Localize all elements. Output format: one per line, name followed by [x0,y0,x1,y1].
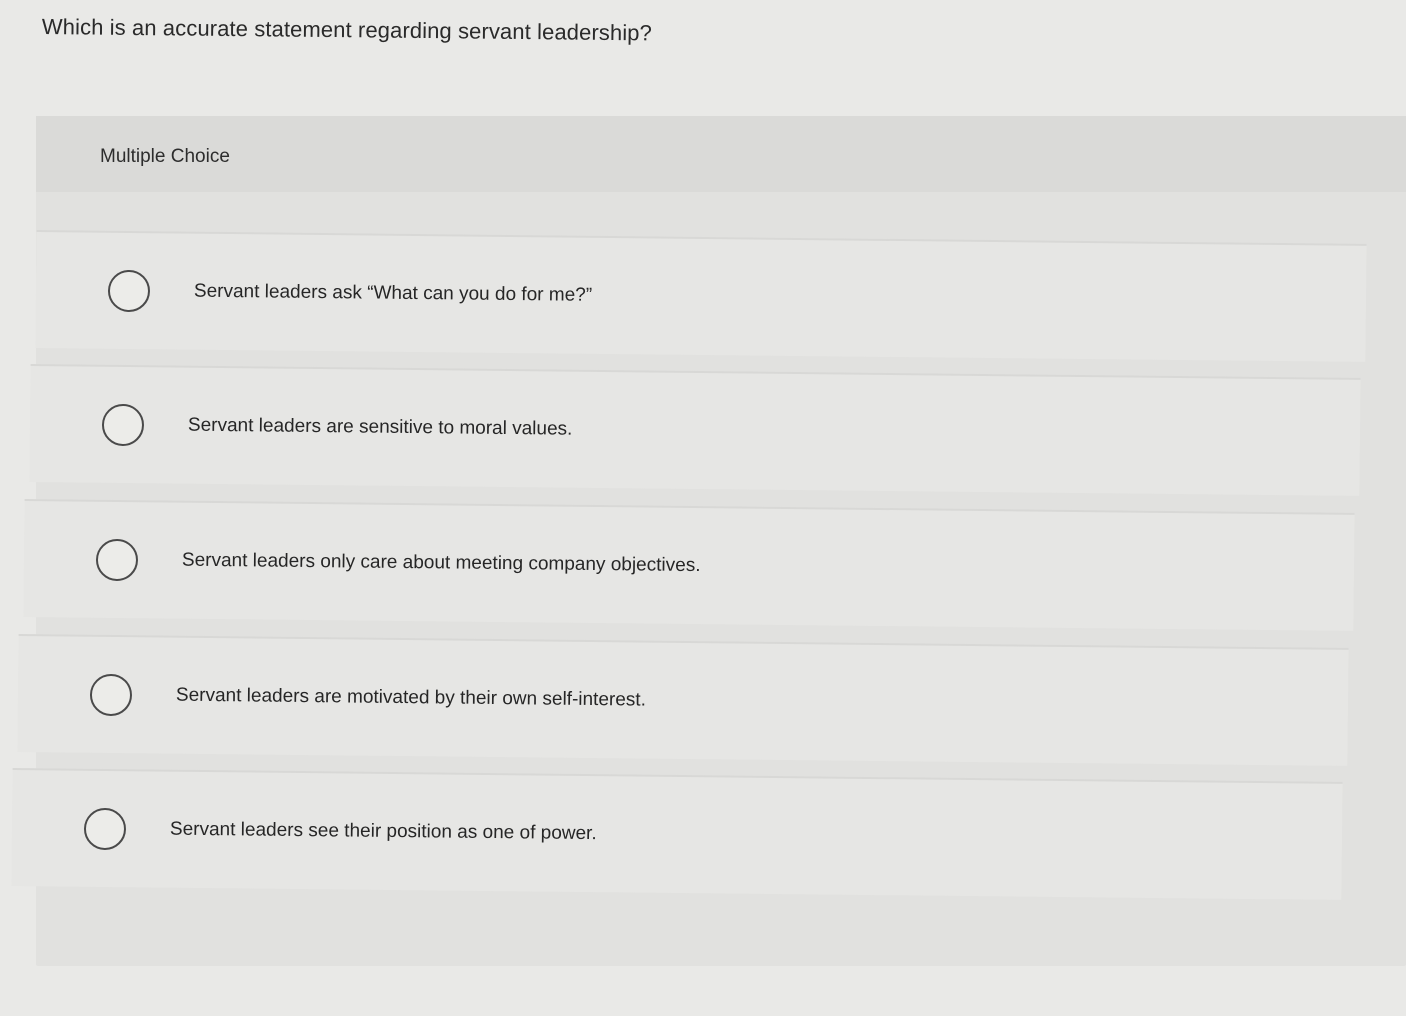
answer-option-3[interactable]: Servant leaders only care about meeting … [23,499,1355,631]
answer-option-label: Servant leaders are sensitive to moral v… [187,414,573,440]
answer-option-label: Servant leaders ask “What can you do for… [193,280,593,306]
multiple-choice-panel: Multiple Choice Servant leaders ask “Wha… [11,116,1406,966]
radio-button-icon[interactable] [107,269,151,313]
radio-button-icon[interactable] [101,403,145,447]
answer-option-1[interactable]: Servant leaders ask “What can you do for… [35,230,1367,362]
radio-button-icon[interactable] [95,538,139,582]
radio-button-icon[interactable] [89,673,133,717]
answer-options: Servant leaders ask “What can you do for… [11,116,1406,966]
answer-option-2[interactable]: Servant leaders are sensitive to moral v… [29,364,1361,496]
answer-option-label: Servant leaders see their position as on… [169,818,597,845]
answer-option-label: Servant leaders only care about meeting … [181,549,701,577]
answer-option-4[interactable]: Servant leaders are motivated by their o… [17,634,1349,766]
question-text: Which is an accurate statement regarding… [41,14,653,46]
answer-option-5[interactable]: Servant leaders see their position as on… [11,768,1343,900]
answer-option-label: Servant leaders are motivated by their o… [175,684,647,711]
radio-button-icon[interactable] [83,807,127,851]
